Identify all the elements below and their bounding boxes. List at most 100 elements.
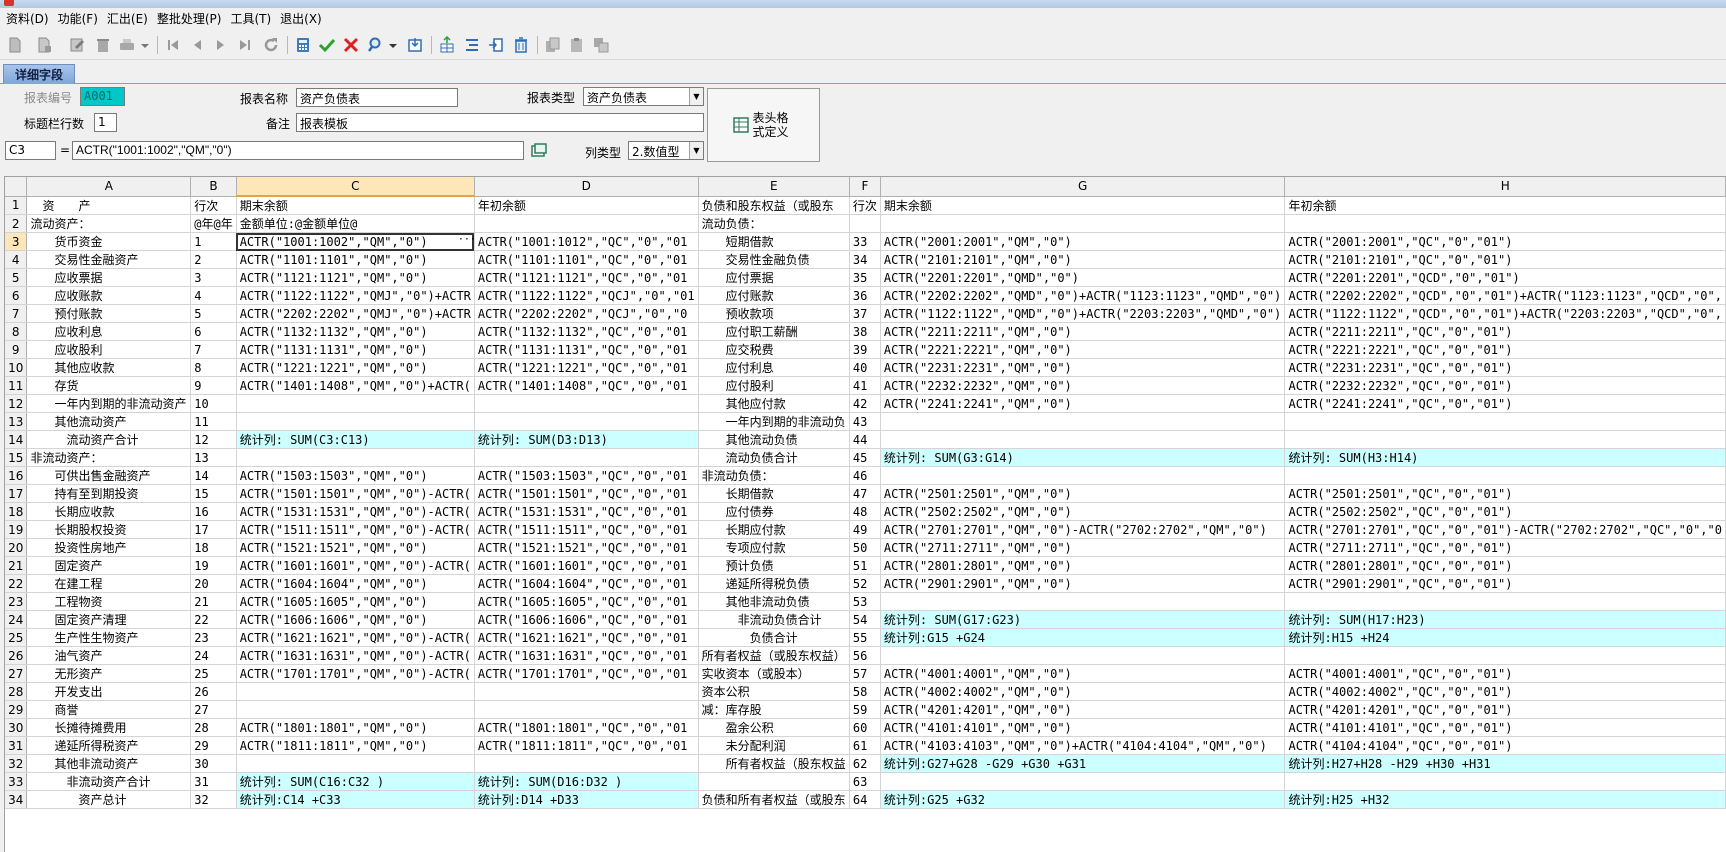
grid-cell[interactable]: 商誉	[26, 700, 192, 719]
grid-cell[interactable]: 9	[190, 376, 237, 395]
grid-cell[interactable]: 非流动资产合计	[26, 772, 192, 791]
grid-cell[interactable]: ACTR("1501:1501","QM","0")-ACTR(	[236, 484, 475, 503]
grid-cell[interactable]	[474, 214, 699, 233]
grid-cell[interactable]: ACTR("4201:4201","QM","0")	[880, 700, 1286, 719]
grid-cell[interactable]: 未分配利润	[698, 736, 850, 755]
new-doc-icon[interactable]	[6, 36, 24, 54]
grid-cell[interactable]: 递延所得税资产	[26, 736, 192, 755]
grid-cell[interactable]: 负债和所有者权益（或股东	[698, 790, 850, 809]
row-number[interactable]: 5	[5, 268, 28, 287]
cell-ref-field[interactable]: C3	[5, 141, 56, 160]
search-icon[interactable]	[367, 36, 385, 54]
grid-cell[interactable]: 21	[190, 592, 237, 611]
formula-editor-icon[interactable]	[530, 142, 548, 160]
column-header[interactable]: B	[190, 177, 237, 197]
grid-cell[interactable]: ACTR("2201:2201","QCD","0","01")	[1284, 268, 1726, 287]
grid-cell[interactable]: 一年内到期的非流动负	[698, 412, 850, 431]
grid-cell[interactable]: 30	[190, 754, 237, 773]
grid-cell[interactable]: 11	[190, 412, 237, 431]
grid-cell[interactable]: ACTR("2001:2001","QM","0")	[880, 232, 1286, 251]
grid-cell[interactable]: ACTR("1122:1122","QMD","0")+ACTR("2203:2…	[880, 304, 1286, 323]
grid-cell[interactable]: ACTR("1701:1701","QC","0","01	[474, 664, 699, 683]
grid-cell[interactable]: ACTR("4101:4101","QM","0")	[880, 718, 1286, 737]
grid-cell[interactable]: ACTR("4001:4001","QC","0","01")	[1284, 664, 1726, 683]
print-dropdown-icon[interactable]	[140, 36, 150, 54]
grid-cell[interactable]: 52	[849, 574, 881, 593]
print-icon[interactable]	[118, 36, 136, 54]
grid-cell[interactable]: 投资性房地产	[26, 538, 192, 557]
grid-cell[interactable]: ACTR("2101:2101","QM","0")	[880, 250, 1286, 269]
grid-cell[interactable]: ACTR("1122:1122","QMJ","0")+ACTR	[236, 286, 475, 305]
column-header[interactable]: C	[236, 177, 475, 197]
row-number[interactable]: 1	[5, 196, 28, 215]
grid-cell[interactable]: ACTR("1621:1621","QM","0")-ACTR(	[236, 628, 475, 647]
grid-cell[interactable]: 期末余额	[236, 196, 475, 215]
grid-cell[interactable]: 33	[849, 232, 881, 251]
grid-cell[interactable]: ACTR("1121:1121","QC","0","01	[474, 268, 699, 287]
grid-cell[interactable]: 45	[849, 448, 881, 467]
grid-cell[interactable]: 41	[849, 376, 881, 395]
grid-cell[interactable]: 5	[190, 304, 237, 323]
confirm-check-icon[interactable]	[318, 36, 336, 54]
grid-cell[interactable]: 统计列:H25 +H32	[1284, 790, 1726, 809]
row-number[interactable]: 33	[5, 772, 28, 791]
grid-cell[interactable]: ACTR("2502:2502","QC","0","01")	[1284, 502, 1726, 521]
title-rows-field[interactable]: 1	[94, 113, 117, 132]
calculator-icon[interactable]	[294, 36, 312, 54]
grid-cell[interactable]: ACTR("1631:1631","QC","0","01	[474, 646, 699, 665]
grid-cell[interactable]: ACTR("1811:1811","QC","0","01	[474, 736, 699, 755]
grid-cell[interactable]: ACTR("1001:1012","QC","0","01	[474, 232, 699, 251]
grid-cell[interactable]: ACTR("1801:1801","QC","0","01	[474, 718, 699, 737]
grid-cell[interactable]: 所有者权益（股东权益	[698, 754, 850, 773]
column-header[interactable]: F	[849, 177, 881, 197]
row-number[interactable]: 7	[5, 304, 28, 323]
grid-cell[interactable]: 盈余公积	[698, 718, 850, 737]
grid-cell[interactable]	[1284, 646, 1726, 665]
grid-cell[interactable]: ACTR("2221:2221","QM","0")	[880, 340, 1286, 359]
grid-cell[interactable]: ACTR("2241:2241","QC","0","01")	[1284, 394, 1726, 413]
grid-cell[interactable]: ACTR("1503:1503","QM","0")	[236, 466, 475, 485]
formula-field[interactable]: ACTR("1001:1002","QM","0")	[72, 141, 524, 160]
grid-cell[interactable]: ACTR("1131:1131","QC","0","01	[474, 340, 699, 359]
grid-cell[interactable]	[880, 466, 1286, 485]
grid-cell[interactable]: ACTR("1121:1121","QM","0")	[236, 268, 475, 287]
grid-cell[interactable]: ACTR("1531:1531","QM","0")-ACTR(	[236, 502, 475, 521]
grid-cell[interactable]: 应交税费	[698, 340, 850, 359]
grid-cell[interactable]: ACTR("1501:1501","QC","0","01	[474, 484, 699, 503]
grid-cell[interactable]: 流动资产合计	[26, 430, 192, 449]
grid-cell[interactable]: ACTR("4002:4002","QC","0","01")	[1284, 682, 1726, 701]
grid-cell[interactable]: 长期应付款	[698, 520, 850, 539]
grid-cell[interactable]: ACTR("2231:2231","QC","0","01")	[1284, 358, 1726, 377]
grid-cell[interactable]	[236, 682, 475, 701]
grid-cell[interactable]: 预付账款	[26, 304, 192, 323]
grid-cell[interactable]: ACTR("1601:1601","QC","0","01	[474, 556, 699, 575]
grid-cell[interactable]	[236, 412, 475, 431]
grid-cell[interactable]: 3	[190, 268, 237, 287]
grid-cell[interactable]: ACTR("1531:1531","QC","0","01	[474, 502, 699, 521]
grid-cell[interactable]: 资产总计	[26, 790, 192, 809]
grid-cell[interactable]: 固定资产	[26, 556, 192, 575]
grid-cell[interactable]: 统计列: SUM(C16:C32 )	[236, 772, 475, 791]
insert-row-icon[interactable]	[438, 36, 456, 54]
grid-cell[interactable]: ACTR("2501:2501","QM","0")	[880, 484, 1286, 503]
row-number[interactable]: 30	[5, 718, 28, 737]
grid-cell[interactable]: ACTR("2801:2801","QC","0","01")	[1284, 556, 1726, 575]
grid-cell[interactable]	[474, 448, 699, 467]
grid-cell[interactable]: 其他流动资产	[26, 412, 192, 431]
grid-cell[interactable]: 统计列:C14 +C33	[236, 790, 475, 809]
grid-cell[interactable]: 其他应收款	[26, 358, 192, 377]
grid-cell[interactable]: 23	[190, 628, 237, 647]
grid-cell[interactable]: 18	[190, 538, 237, 557]
row-number[interactable]: 11	[5, 376, 28, 395]
grid-cell[interactable]	[474, 754, 699, 773]
grid-cell[interactable]: 应付利息	[698, 358, 850, 377]
grid-cell[interactable]: 55	[849, 628, 881, 647]
grid-cell[interactable]: ACTR("4001:4001","QM","0")	[880, 664, 1286, 683]
grid-cell[interactable]	[474, 412, 699, 431]
grid-cell[interactable]: 应收账款	[26, 286, 192, 305]
row-number[interactable]: 26	[5, 646, 28, 665]
grid-cell[interactable]: ACTR("1811:1811","QM","0")	[236, 736, 475, 755]
grid-cell[interactable]	[474, 700, 699, 719]
grid-cell[interactable]: ACTR("2701:2701","QM","0")-ACTR("2702:27…	[880, 520, 1286, 539]
grid-cell[interactable]: 负债合计	[698, 628, 850, 647]
